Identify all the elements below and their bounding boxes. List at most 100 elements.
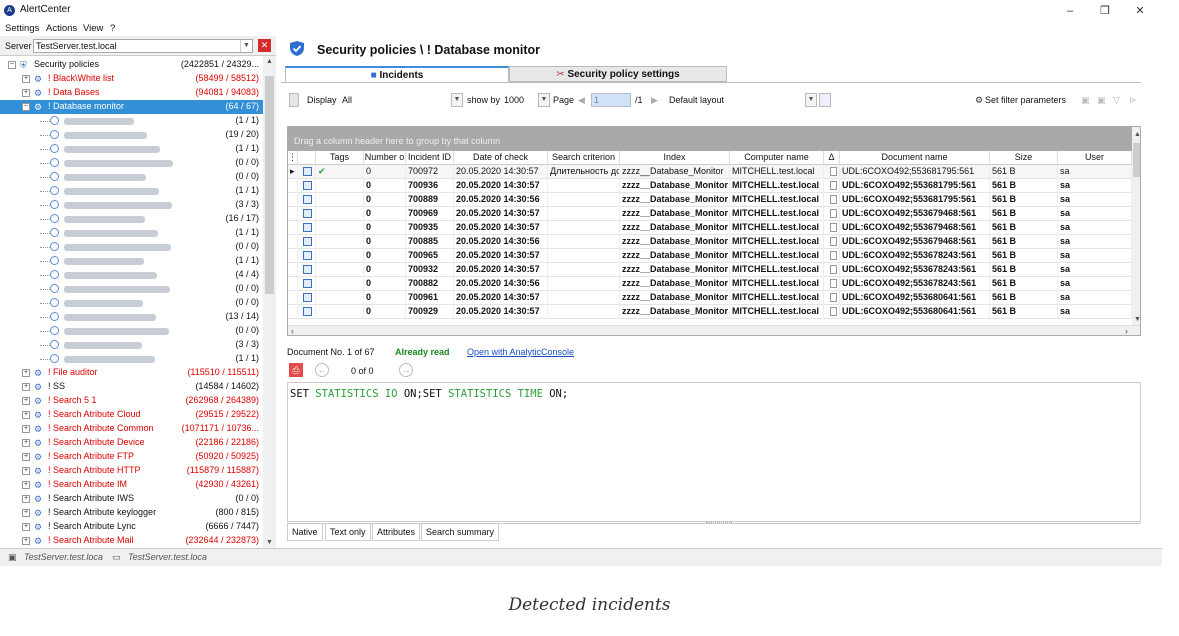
show-by-select[interactable]: 1000 bbox=[504, 95, 524, 105]
chevron-down-icon[interactable]: ▼ bbox=[240, 40, 252, 52]
column-header[interactable]: Number o bbox=[364, 151, 406, 165]
filter-settings-icon[interactable]: ⚙ bbox=[975, 95, 983, 106]
table-row[interactable]: 0 700965 20.05.2020 14:30:57 zzzz__Database… bbox=[288, 249, 1140, 263]
tab-attributes[interactable]: Attributes bbox=[372, 524, 421, 541]
scroll-right-icon[interactable]: › bbox=[1125, 326, 1128, 335]
print-icon[interactable]: ⎙ bbox=[289, 363, 303, 377]
tree-subitem[interactable]: (3 / 3) bbox=[0, 338, 263, 352]
scroll-down-icon[interactable]: ▼ bbox=[266, 539, 273, 546]
tree-item[interactable]: + ⚙! Search Atribute Lync (6666 / 7447) bbox=[0, 520, 263, 534]
scroll-up-icon[interactable]: ▲ bbox=[1134, 131, 1140, 138]
column-header[interactable]: Size bbox=[990, 151, 1058, 165]
tree-subitem[interactable]: (1 / 1) bbox=[0, 254, 263, 268]
tree-subitem[interactable]: (4 / 4) bbox=[0, 268, 263, 282]
tree-subitem[interactable]: (0 / 0) bbox=[0, 296, 263, 310]
tree-item-blackwhite[interactable]: + ⚙ ! Black\White list (58499 / 58512) bbox=[0, 72, 263, 86]
table-row[interactable]: 0 700969 20.05.2020 14:30:57 zzzz__Database… bbox=[288, 207, 1140, 221]
tree-item-databases[interactable]: + ⚙ ! Data Bases (94081 / 94083) bbox=[0, 86, 263, 100]
column-header[interactable]: Computer name bbox=[730, 151, 824, 165]
scroll-up-icon[interactable]: ▲ bbox=[266, 58, 273, 65]
filter-icon[interactable]: ▽ bbox=[1113, 95, 1120, 106]
menu-actions[interactable]: Actions bbox=[46, 23, 77, 34]
table-row[interactable]: 0 700929 20.05.2020 14:30:57 zzzz__Database… bbox=[288, 305, 1140, 319]
layout-dropdown-icon[interactable]: ▼ bbox=[805, 93, 817, 107]
maximize-button[interactable]: ❐ bbox=[1090, 2, 1120, 20]
tree-item[interactable]: + ⚙! Search 5 1 (262968 / 264389) bbox=[0, 394, 263, 408]
display-dropdown-icon[interactable]: ▼ bbox=[451, 93, 463, 107]
tab-incidents[interactable]: ■ Incidents bbox=[285, 66, 509, 82]
load-filter-icon[interactable]: ▣ bbox=[1097, 95, 1106, 106]
table-row[interactable]: 0 700882 20.05.2020 14:30:56 zzzz__Database… bbox=[288, 277, 1140, 291]
table-row[interactable]: ▸ ✔ 0 700972 20.05.2020 14:30:57 Длительность… bbox=[288, 165, 1140, 179]
server-select[interactable]: TestServer.test.local ▼ bbox=[33, 39, 253, 53]
tree-subitem[interactable]: (13 / 14) bbox=[0, 310, 263, 324]
tree-item[interactable]: + ⚙! SS (14584 / 14602) bbox=[0, 380, 263, 394]
close-button[interactable]: ✕ bbox=[1125, 2, 1155, 20]
table-row[interactable]: 0 700889 20.05.2020 14:30:56 zzzz__Database… bbox=[288, 193, 1140, 207]
prev-match-icon[interactable]: ← bbox=[315, 363, 329, 377]
column-header[interactable]: Search criterion bbox=[548, 151, 620, 165]
page-input[interactable]: 1 bbox=[591, 93, 631, 107]
tree-scroll-thumb[interactable] bbox=[265, 76, 274, 294]
column-header[interactable]: Δ bbox=[824, 151, 840, 165]
tree-scrollbar[interactable]: ▲ ▼ bbox=[263, 56, 276, 548]
tree-subitem[interactable]: (1 / 1) bbox=[0, 142, 263, 156]
column-header[interactable]: Date of check bbox=[454, 151, 548, 165]
tab-native[interactable]: Native bbox=[287, 524, 323, 541]
tree-root[interactable]: − ⛨ Security policies (2422851 / 24329..… bbox=[0, 58, 263, 72]
column-header-icon[interactable] bbox=[298, 151, 316, 165]
tree-subitem[interactable]: (19 / 20) bbox=[0, 128, 263, 142]
tree-item[interactable]: + ⚙! Search Atribute keylogger (800 / 815) bbox=[0, 506, 263, 520]
tree-subitem[interactable]: (0 / 0) bbox=[0, 282, 263, 296]
tree-subitem[interactable]: (1 / 1) bbox=[0, 352, 263, 366]
tab-search-summary[interactable]: Search summary bbox=[421, 524, 500, 541]
tab-policy-settings[interactable]: ✂ Security policy settings bbox=[509, 66, 727, 82]
tree-item[interactable]: + ⚙! Search Atribute Common (1071171 / 107… bbox=[0, 422, 263, 436]
clear-filter-icon[interactable]: ⊳ bbox=[1129, 95, 1137, 106]
set-filter-button[interactable]: Set filter parameters bbox=[985, 95, 1066, 105]
tree-subitem[interactable]: (0 / 0) bbox=[0, 170, 263, 184]
grid-horizontal-scrollbar[interactable]: ‹ › bbox=[288, 325, 1140, 335]
column-header[interactable]: Index bbox=[620, 151, 730, 165]
tree-subitem[interactable]: (0 / 0) bbox=[0, 156, 263, 170]
grid-scroll-thumb[interactable] bbox=[1133, 143, 1140, 177]
tree-item[interactable]: + ⚙! Search Atribute IWS (0 / 0) bbox=[0, 492, 263, 506]
column-header[interactable]: Document name bbox=[840, 151, 990, 165]
menu-help[interactable]: ? bbox=[110, 23, 115, 34]
tree-subitem[interactable]: (0 / 0) bbox=[0, 324, 263, 338]
tree-item[interactable]: + ⚙! File auditor (115510 / 115511) bbox=[0, 366, 263, 380]
save-filter-icon[interactable]: ▣ bbox=[1081, 95, 1090, 106]
scroll-down-icon[interactable]: ▼ bbox=[1134, 316, 1140, 323]
column-header[interactable]: Tags bbox=[316, 151, 364, 165]
tab-text-only[interactable]: Text only bbox=[325, 524, 371, 541]
grid-vertical-scrollbar[interactable]: ▲ ▼ bbox=[1132, 127, 1140, 325]
next-match-icon[interactable]: → bbox=[399, 363, 413, 377]
tree-item[interactable]: + ⚙! Search Atribute Cloud (29515 / 29522) bbox=[0, 408, 263, 422]
minimize-button[interactable]: – bbox=[1055, 2, 1085, 20]
table-row[interactable]: 0 700936 20.05.2020 14:30:57 zzzz__Database… bbox=[288, 179, 1140, 193]
disconnect-icon[interactable]: ✕ bbox=[258, 39, 271, 52]
tree-subitem[interactable]: (0 / 0) bbox=[0, 240, 263, 254]
scroll-left-icon[interactable]: ‹ bbox=[291, 326, 294, 335]
menu-view[interactable]: View bbox=[83, 23, 103, 34]
column-header[interactable]: User bbox=[1058, 151, 1132, 165]
tree-item-database-monitor[interactable]: − ⚙ ! Database monitor (64 / 67) bbox=[0, 100, 263, 114]
tree-subitem[interactable]: (1 / 1) bbox=[0, 184, 263, 198]
tree-item[interactable]: + ⚙! Search Atribute IM (42930 / 43261) bbox=[0, 478, 263, 492]
column-chooser-icon[interactable]: ⋮ bbox=[288, 151, 298, 165]
open-analytic-console-link[interactable]: Open with AnalyticConsole bbox=[467, 347, 574, 357]
table-row[interactable]: 0 700885 20.05.2020 14:30:56 zzzz__Database… bbox=[288, 235, 1140, 249]
display-select[interactable]: All bbox=[342, 95, 352, 105]
tree-item[interactable]: + ⚙! Search Atribute FTP (50920 / 50925) bbox=[0, 450, 263, 464]
tree-subitem[interactable]: (16 / 17) bbox=[0, 212, 263, 226]
table-row[interactable]: 0 700932 20.05.2020 14:30:57 zzzz__Database… bbox=[288, 263, 1140, 277]
tree-subitem[interactable]: (3 / 3) bbox=[0, 198, 263, 212]
table-row[interactable]: 0 700961 20.05.2020 14:30:57 zzzz__Database… bbox=[288, 291, 1140, 305]
layout-select[interactable]: Default layout bbox=[665, 93, 813, 107]
tree-item[interactable]: + ⚙! Search Atribute Mail (232644 / 232873… bbox=[0, 534, 263, 548]
menu-settings[interactable]: Settings bbox=[5, 23, 39, 34]
tree-subitem[interactable]: (1 / 1) bbox=[0, 114, 263, 128]
page-prev-icon[interactable]: ◀ bbox=[578, 95, 585, 106]
tree-subitem[interactable]: (1 / 1) bbox=[0, 226, 263, 240]
show-by-dropdown-icon[interactable]: ▼ bbox=[538, 93, 550, 107]
